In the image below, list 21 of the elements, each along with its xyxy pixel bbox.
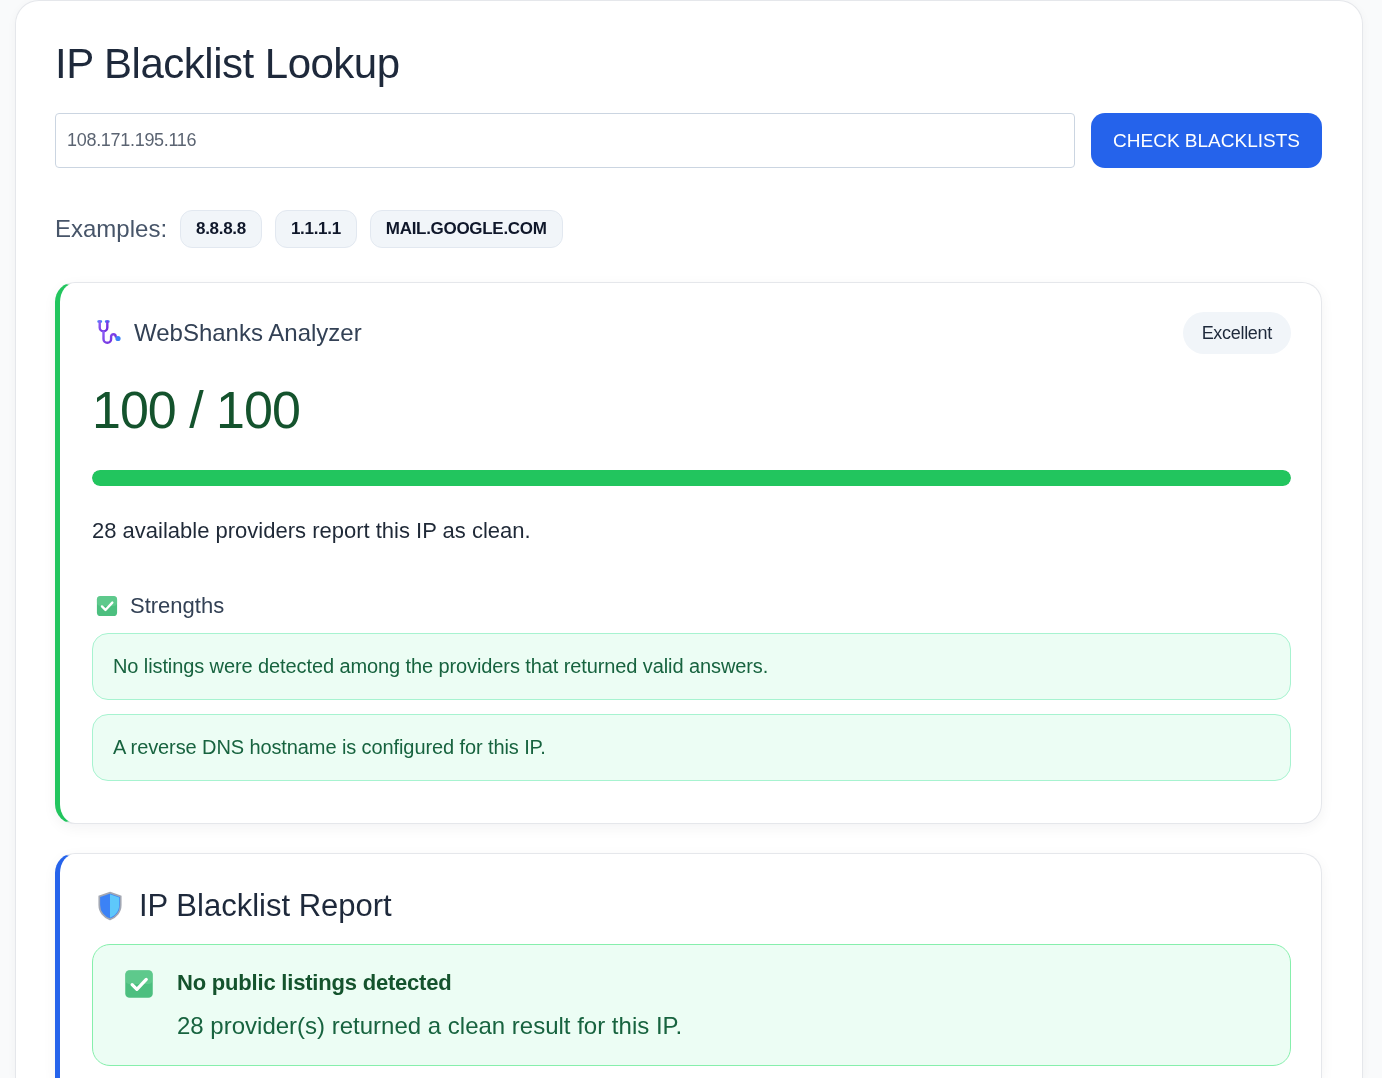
report-title: IP Blacklist Report bbox=[139, 887, 392, 925]
result-title: No public listings detected bbox=[177, 969, 453, 997]
strengths-heading: Strengths bbox=[130, 593, 225, 619]
strength-note: A reverse DNS hostname is configured for this IP. bbox=[92, 714, 1291, 781]
strength-note: No listings were detected among the providers that returned valid answers. bbox=[92, 633, 1291, 700]
stethoscope-icon bbox=[95, 319, 122, 347]
example-chip[interactable]: MAIL.GOOGLE.COM bbox=[369, 210, 563, 248]
tick-icon bbox=[124, 969, 154, 999]
result-description: 28 provider(s) returned a clean result for this IP. bbox=[177, 1011, 683, 1041]
grade-badge: Excellent bbox=[1182, 312, 1291, 354]
score-value: 100 / 100 bbox=[92, 382, 301, 439]
shield-icon bbox=[97, 891, 123, 921]
examples-label: Examples: bbox=[55, 215, 168, 243]
ip-input-field[interactable]: 108.171.195.116 bbox=[55, 113, 1075, 168]
summary-text: 28 available providers report this IP as clean. bbox=[92, 518, 532, 543]
example-chip[interactable]: 8.8.8.8 bbox=[180, 210, 262, 248]
page-title: IP Blacklist Lookup bbox=[55, 40, 401, 88]
example-chip[interactable]: 1.1.1.1 bbox=[274, 210, 357, 248]
tick-icon bbox=[96, 595, 118, 617]
check-blacklists-button[interactable]: CHECK BLACKLISTS bbox=[1091, 113, 1322, 168]
analyzer-title: WebShanks Analyzer bbox=[134, 319, 362, 347]
